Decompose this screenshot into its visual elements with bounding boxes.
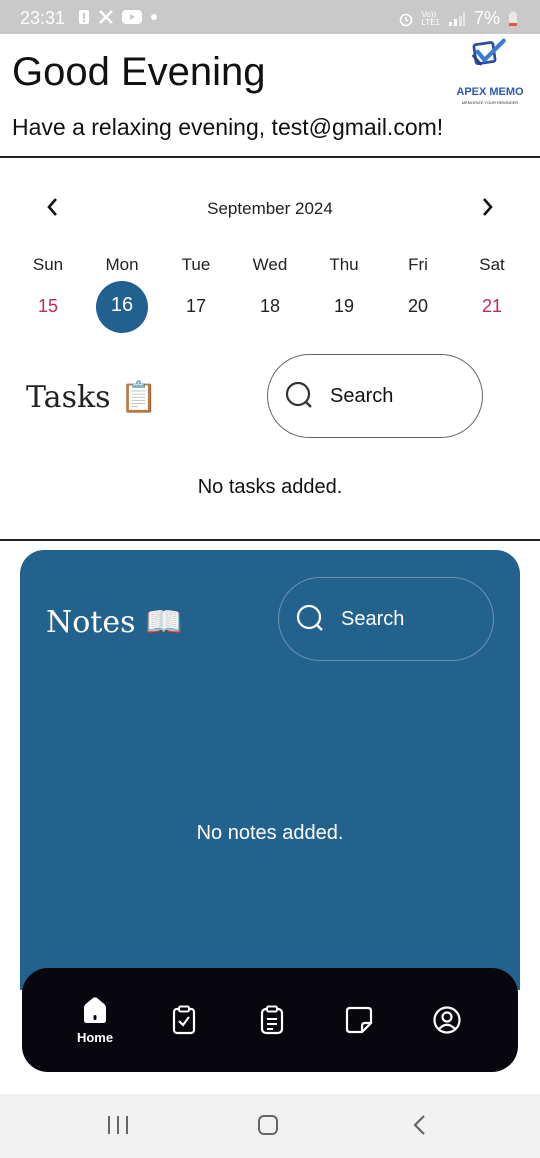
nav-home[interactable]: Home [55,968,135,1072]
status-bar: 23:31 Vo)) LTE1 7% [0,0,540,34]
tasks-title: Tasks 📋 [26,380,158,415]
logo-text: APEX MEMO [456,86,524,98]
weekday-label: Sat [479,255,505,274]
logo-tagline: MEMORIZE YOUR REMINDER [461,100,519,105]
greeting-subtitle: Have a relaxing evening, test@gmail.com! [12,114,444,140]
search-icon [296,604,323,631]
weekday-label: Tue [181,255,211,274]
nav-home-label: Home [76,1029,114,1045]
volte-icon: Vo)) LTE1 [421,9,440,27]
greeting-title: Good Evening [12,50,266,94]
dot-icon [151,14,157,20]
battery-percent: 7% [473,8,500,28]
header-divider [0,156,540,158]
search-icon [285,381,312,408]
nav-pages[interactable] [319,968,399,1072]
alarm-icon [400,13,413,26]
alert-icon [79,10,89,24]
system-navigation-bar [0,1094,540,1158]
profile-icon [433,1006,461,1034]
notes-search-placeholder: Search [341,607,405,630]
tasks-clipboard-icon [172,1005,196,1035]
apex-memo-logo [472,38,506,66]
battery-icon [509,11,517,26]
tasks-search-input[interactable]: Search [267,354,483,438]
section-divider [0,539,540,541]
status-notification-icons [78,9,158,25]
calendar-day[interactable]: 17 [159,296,233,317]
weekday-label: Fri [408,255,428,274]
recent-apps-icon[interactable] [106,1114,130,1136]
home-system-icon[interactable] [256,1113,280,1137]
notes-title: Notes 📖 [46,605,183,640]
status-system-icons: Vo)) LTE1 7% [399,8,518,29]
notes-search-input[interactable]: Search [278,577,494,661]
weekday-label: Thu [329,255,359,274]
calendar-day[interactable]: 19 [307,296,381,317]
x-logo-icon [99,10,113,24]
weekday-label: Wed [252,255,288,274]
calendar-day[interactable]: 21 [455,296,529,317]
calendar-month: September 2024 [207,199,333,218]
nav-profile[interactable] [407,968,487,1072]
notes-empty-message: No notes added. [196,822,344,844]
tasks-empty-message: No tasks added. [197,476,343,498]
status-time: 23:31 [20,8,66,28]
calendar-day[interactable]: 15 [11,296,85,317]
signal-icon [448,11,465,26]
chevron-right-icon [483,198,493,216]
weekday-label: Sun [32,255,64,274]
tasks-search-placeholder: Search [330,384,394,407]
calendar-day[interactable]: 20 [381,296,455,317]
notes-clipboard-icon [260,1005,284,1035]
note-page-icon [345,1006,373,1034]
calendar-day-selected[interactable]: 16 [85,294,159,317]
next-week-button[interactable] [480,195,496,226]
home-icon [84,996,106,1023]
youtube-icon [122,10,142,24]
calendar-day[interactable]: 18 [233,296,307,317]
weekday-label: Mon [105,255,139,274]
bottom-navigation: Home [22,968,518,1072]
back-icon[interactable] [410,1113,430,1137]
nav-tasks[interactable] [144,968,224,1072]
nav-notes[interactable] [232,968,312,1072]
